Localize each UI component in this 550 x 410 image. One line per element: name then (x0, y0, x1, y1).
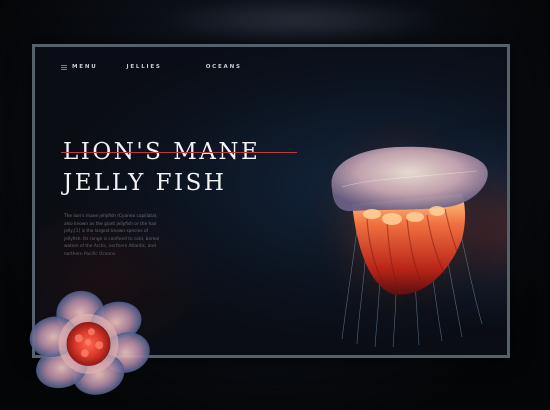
nav-oceans[interactable]: OCEANS (206, 64, 242, 70)
hamburger-icon[interactable] (61, 64, 67, 70)
backdrop-blur (150, 0, 450, 40)
title-strike-line (61, 152, 297, 153)
jellyfish-image (307, 119, 497, 348)
top-nav: MENU JELLIES OCEANS (61, 64, 242, 70)
page-title: LION'S MANE JELLY FISH (63, 137, 260, 199)
description-text: The lion's mane jellyfish (Cyanea capill… (64, 214, 160, 257)
nav-jellies[interactable]: JELLIES (127, 64, 162, 70)
nav-menu[interactable]: MENU (61, 64, 98, 70)
nav-menu-label: MENU (72, 64, 98, 70)
corner-jellyfish-image (29, 290, 150, 395)
page-stage: MENU JELLIES OCEANS LION'S MANE JELLY FI… (0, 0, 550, 410)
nav-oceans-label: OCEANS (205, 64, 242, 70)
title-line-2: JELLY FISH (63, 170, 227, 196)
nav-jellies-label: JELLIES (126, 64, 162, 70)
